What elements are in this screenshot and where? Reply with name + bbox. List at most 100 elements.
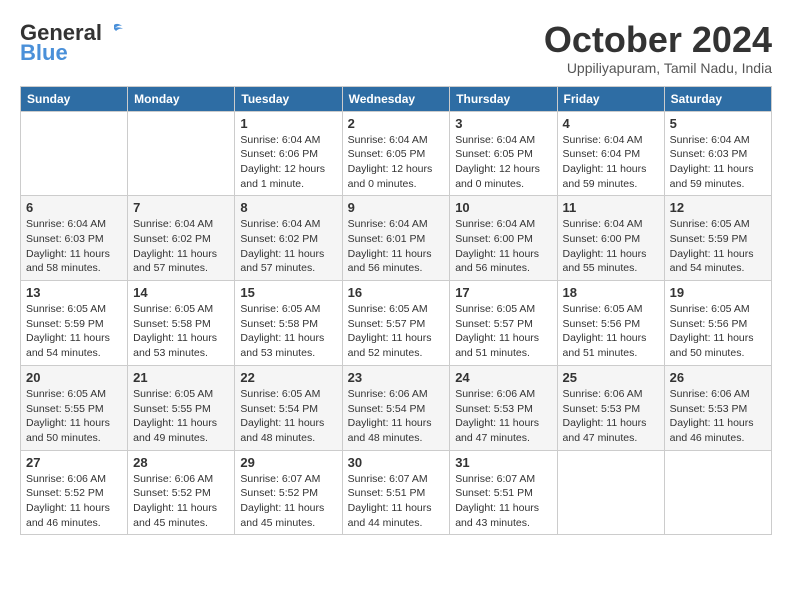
calendar-cell <box>21 111 128 196</box>
day-number: 8 <box>240 200 336 215</box>
day-number: 19 <box>670 285 766 300</box>
weekday-header-wednesday: Wednesday <box>342 86 450 111</box>
day-info: Sunrise: 6:05 AM Sunset: 5:58 PM Dayligh… <box>240 302 336 361</box>
day-info: Sunrise: 6:07 AM Sunset: 5:51 PM Dayligh… <box>455 472 551 531</box>
day-info: Sunrise: 6:04 AM Sunset: 6:04 PM Dayligh… <box>563 133 659 192</box>
day-info: Sunrise: 6:05 AM Sunset: 5:57 PM Dayligh… <box>455 302 551 361</box>
day-number: 11 <box>563 200 659 215</box>
day-number: 24 <box>455 370 551 385</box>
calendar-cell: 30 Sunrise: 6:07 AM Sunset: 5:51 PM Dayli… <box>342 450 450 535</box>
day-info: Sunrise: 6:06 AM Sunset: 5:52 PM Dayligh… <box>133 472 229 531</box>
day-number: 17 <box>455 285 551 300</box>
day-info: Sunrise: 6:06 AM Sunset: 5:53 PM Dayligh… <box>455 387 551 446</box>
day-info: Sunrise: 6:04 AM Sunset: 6:00 PM Dayligh… <box>455 217 551 276</box>
day-info: Sunrise: 6:06 AM Sunset: 5:52 PM Dayligh… <box>26 472 122 531</box>
day-info: Sunrise: 6:04 AM Sunset: 6:01 PM Dayligh… <box>348 217 445 276</box>
calendar-cell: 29 Sunrise: 6:07 AM Sunset: 5:52 PM Dayli… <box>235 450 342 535</box>
logo-bird-icon <box>104 23 124 39</box>
day-number: 2 <box>348 116 445 131</box>
day-info: Sunrise: 6:05 AM Sunset: 5:59 PM Dayligh… <box>670 217 766 276</box>
day-number: 13 <box>26 285 122 300</box>
calendar-week-3: 13 Sunrise: 6:05 AM Sunset: 5:59 PM Dayli… <box>21 281 772 366</box>
calendar-cell: 15Sunrise: 6:05 AM Sunset: 5:58 PM Dayli… <box>235 281 342 366</box>
day-info: Sunrise: 6:06 AM Sunset: 5:53 PM Dayligh… <box>670 387 766 446</box>
calendar-cell: 12Sunrise: 6:05 AM Sunset: 5:59 PM Dayli… <box>664 196 771 281</box>
day-info: Sunrise: 6:05 AM Sunset: 5:55 PM Dayligh… <box>26 387 122 446</box>
calendar-cell: 21 Sunrise: 6:05 AM Sunset: 5:55 PM Dayli… <box>128 365 235 450</box>
weekday-header-friday: Friday <box>557 86 664 111</box>
calendar-cell: 18Sunrise: 6:05 AM Sunset: 5:56 PM Dayli… <box>557 281 664 366</box>
calendar-cell: 11 Sunrise: 6:04 AM Sunset: 6:00 PM Dayli… <box>557 196 664 281</box>
day-number: 20 <box>26 370 122 385</box>
calendar-table: SundayMondayTuesdayWednesdayThursdayFrid… <box>20 86 772 536</box>
calendar-cell: 28 Sunrise: 6:06 AM Sunset: 5:52 PM Dayli… <box>128 450 235 535</box>
day-number: 3 <box>455 116 551 131</box>
calendar-cell: 8 Sunrise: 6:04 AM Sunset: 6:02 PM Daylig… <box>235 196 342 281</box>
day-info: Sunrise: 6:04 AM Sunset: 6:00 PM Dayligh… <box>563 217 659 276</box>
calendar-cell: 20 Sunrise: 6:05 AM Sunset: 5:55 PM Dayli… <box>21 365 128 450</box>
day-number: 7 <box>133 200 229 215</box>
day-number: 5 <box>670 116 766 131</box>
day-number: 16 <box>348 285 445 300</box>
day-number: 10 <box>455 200 551 215</box>
calendar-cell: 4 Sunrise: 6:04 AM Sunset: 6:04 PM Daylig… <box>557 111 664 196</box>
weekday-header-tuesday: Tuesday <box>235 86 342 111</box>
page-header: General Blue October 2024 Uppiliyapuram,… <box>20 20 772 76</box>
calendar-cell: 25Sunrise: 6:06 AM Sunset: 5:53 PM Dayli… <box>557 365 664 450</box>
calendar-cell: 5 Sunrise: 6:04 AM Sunset: 6:03 PM Daylig… <box>664 111 771 196</box>
calendar-cell <box>557 450 664 535</box>
day-number: 21 <box>133 370 229 385</box>
location: Uppiliyapuram, Tamil Nadu, India <box>544 60 772 76</box>
day-info: Sunrise: 6:05 AM Sunset: 5:54 PM Dayligh… <box>240 387 336 446</box>
calendar-cell <box>664 450 771 535</box>
calendar-cell: 16 Sunrise: 6:05 AM Sunset: 5:57 PM Dayli… <box>342 281 450 366</box>
calendar-cell: 2 Sunrise: 6:04 AM Sunset: 6:05 PM Daylig… <box>342 111 450 196</box>
calendar-cell: 6 Sunrise: 6:04 AM Sunset: 6:03 PM Daylig… <box>21 196 128 281</box>
day-number: 28 <box>133 455 229 470</box>
day-info: Sunrise: 6:07 AM Sunset: 5:51 PM Dayligh… <box>348 472 445 531</box>
day-info: Sunrise: 6:04 AM Sunset: 6:05 PM Dayligh… <box>348 133 445 192</box>
logo-blue: Blue <box>20 40 68 66</box>
day-info: Sunrise: 6:05 AM Sunset: 5:57 PM Dayligh… <box>348 302 445 361</box>
day-number: 4 <box>563 116 659 131</box>
day-number: 23 <box>348 370 445 385</box>
day-number: 30 <box>348 455 445 470</box>
day-info: Sunrise: 6:04 AM Sunset: 6:02 PM Dayligh… <box>240 217 336 276</box>
calendar-week-2: 6 Sunrise: 6:04 AM Sunset: 6:03 PM Daylig… <box>21 196 772 281</box>
calendar-week-5: 27 Sunrise: 6:06 AM Sunset: 5:52 PM Dayli… <box>21 450 772 535</box>
day-info: Sunrise: 6:05 AM Sunset: 5:56 PM Dayligh… <box>563 302 659 361</box>
day-number: 27 <box>26 455 122 470</box>
day-number: 31 <box>455 455 551 470</box>
calendar-cell: 22 Sunrise: 6:05 AM Sunset: 5:54 PM Dayli… <box>235 365 342 450</box>
calendar-cell: 27 Sunrise: 6:06 AM Sunset: 5:52 PM Dayli… <box>21 450 128 535</box>
day-number: 6 <box>26 200 122 215</box>
day-number: 22 <box>240 370 336 385</box>
day-info: Sunrise: 6:04 AM Sunset: 6:06 PM Dayligh… <box>240 133 336 192</box>
title-block: October 2024 Uppiliyapuram, Tamil Nadu, … <box>544 20 772 76</box>
day-info: Sunrise: 6:04 AM Sunset: 6:03 PM Dayligh… <box>26 217 122 276</box>
weekday-header-thursday: Thursday <box>450 86 557 111</box>
weekday-header-row: SundayMondayTuesdayWednesdayThursdayFrid… <box>21 86 772 111</box>
day-info: Sunrise: 6:04 AM Sunset: 6:05 PM Dayligh… <box>455 133 551 192</box>
calendar-week-4: 20 Sunrise: 6:05 AM Sunset: 5:55 PM Dayli… <box>21 365 772 450</box>
calendar-cell: 10 Sunrise: 6:04 AM Sunset: 6:00 PM Dayli… <box>450 196 557 281</box>
weekday-header-saturday: Saturday <box>664 86 771 111</box>
calendar-cell: 13 Sunrise: 6:05 AM Sunset: 5:59 PM Dayli… <box>21 281 128 366</box>
day-number: 14 <box>133 285 229 300</box>
day-info: Sunrise: 6:05 AM Sunset: 5:55 PM Dayligh… <box>133 387 229 446</box>
calendar-cell: 3 Sunrise: 6:04 AM Sunset: 6:05 PM Daylig… <box>450 111 557 196</box>
calendar-cell: 23Sunrise: 6:06 AM Sunset: 5:54 PM Dayli… <box>342 365 450 450</box>
calendar-cell: 17 Sunrise: 6:05 AM Sunset: 5:57 PM Dayli… <box>450 281 557 366</box>
calendar-week-1: 1Sunrise: 6:04 AM Sunset: 6:06 PM Daylig… <box>21 111 772 196</box>
day-number: 29 <box>240 455 336 470</box>
day-info: Sunrise: 6:05 AM Sunset: 5:56 PM Dayligh… <box>670 302 766 361</box>
calendar-cell: 7Sunrise: 6:04 AM Sunset: 6:02 PM Daylig… <box>128 196 235 281</box>
day-info: Sunrise: 6:05 AM Sunset: 5:59 PM Dayligh… <box>26 302 122 361</box>
day-info: Sunrise: 6:04 AM Sunset: 6:03 PM Dayligh… <box>670 133 766 192</box>
day-number: 25 <box>563 370 659 385</box>
calendar-cell: 26 Sunrise: 6:06 AM Sunset: 5:53 PM Dayli… <box>664 365 771 450</box>
day-info: Sunrise: 6:07 AM Sunset: 5:52 PM Dayligh… <box>240 472 336 531</box>
day-number: 26 <box>670 370 766 385</box>
calendar-cell: 1Sunrise: 6:04 AM Sunset: 6:06 PM Daylig… <box>235 111 342 196</box>
calendar-cell: 19 Sunrise: 6:05 AM Sunset: 5:56 PM Dayli… <box>664 281 771 366</box>
